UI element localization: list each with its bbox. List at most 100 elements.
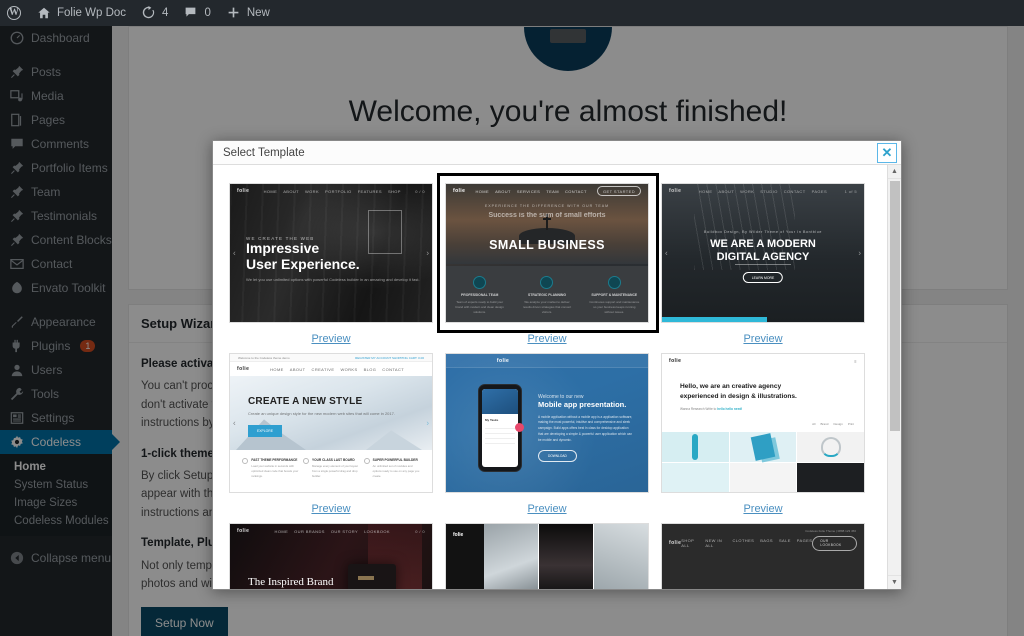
mini-nav: folie HOME ABOUT SERVICES TEAM CONTACT GET STA… [446, 184, 648, 198]
portfolio-item [729, 432, 797, 462]
hero-title: The Inspired Brand [248, 576, 334, 588]
new-content-menu[interactable]: New [219, 0, 278, 26]
prev-arrow-icon: ‹ [233, 418, 236, 428]
filter-item: Brand [820, 422, 829, 426]
feature-icon [363, 458, 370, 464]
feature-text: Load your website in seconds with optimi… [251, 464, 299, 478]
template-thumbnail-wrapper: folie HOME ABOUT WORK STUDIO CONTACT PAGES 1 of… [661, 183, 865, 323]
decor-phone: My Tasks [478, 384, 524, 472]
site-name-menu[interactable]: Folie Wp Doc [29, 0, 134, 26]
portfolio-item [797, 462, 864, 492]
feature-icon [607, 276, 621, 289]
feature-item: YOUR CLASS LAST BOARD Manage every elemen… [302, 458, 359, 478]
template-thumbnail[interactable]: folieHOMEABOUTWORKSSTORIESCONTACT❙❙ [445, 523, 649, 589]
mini-nav-right: 0 / 0 [415, 188, 425, 194]
template-card-creative-agency[interactable]: folie ≡ Hello, we are an creative agency e… [661, 353, 877, 523]
comments-menu[interactable]: 0 [176, 0, 218, 26]
decor-progress-bar [662, 317, 768, 322]
mini-nav-link: CONTACT [382, 366, 405, 372]
prev-arrow-icon: ‹ [233, 248, 236, 258]
template-thumbnail-wrapper: folie HOME ABOUT SERVICES TEAM CONTACT GET STA… [437, 173, 659, 333]
modal-title: Select Template [223, 146, 305, 159]
template-thumbnail[interactable]: Codeless Folie Theme | 0888 123 456 folie… [661, 523, 865, 589]
hero-link: hello hello need! [717, 407, 743, 412]
template-card-create-a-new-style[interactable]: Welcome to the Codeless theme demo REGIST… [229, 353, 445, 523]
photo-item [484, 524, 538, 589]
screen: W Folie Wp Doc 4 0 New Dashboard Posts M… [0, 0, 1024, 636]
feature-item: SUPER POWERFUL BUILDER An unlimited set o… [363, 458, 420, 478]
photo-item [594, 524, 648, 589]
feature-title: SUPPORT & MAINTENANCE [591, 293, 638, 297]
update-icon [142, 5, 157, 21]
feature-item: SUPPORT & MAINTENANCE Continuous support … [588, 276, 640, 314]
feature-title: SUPER POWERFUL BUILDER [372, 458, 418, 462]
hero-kicker: Welcome to our new [538, 394, 584, 400]
mini-nav: folie HOME OUR BRANDS OUR STORY LOOKBOOK 0 / … [230, 524, 432, 538]
feature-text: Continuous support and maintenance so yo… [589, 300, 640, 314]
feature-title: FAST THEME PERFORMANCE [251, 458, 298, 462]
mini-topbar: Codeless Folie Theme | 0888 123 456 [805, 529, 856, 533]
mini-nav-link: BAGS [760, 538, 773, 543]
new-label: New [246, 7, 270, 19]
feature-text: Team of experts ready to build your bran… [455, 300, 504, 314]
template-card-dark-minimal[interactable]: Codeless Folie Theme | 0888 123 456 folie… [661, 523, 877, 589]
preview-link[interactable]: Preview [661, 333, 865, 345]
site-name-label: Folie Wp Doc [57, 7, 127, 19]
photo-item [539, 524, 593, 589]
template-thumbnail[interactable]: folie ≡ Hello, we are an creative agency e… [661, 353, 865, 493]
template-thumbnail[interactable]: Welcome to the Codeless theme demo REGIST… [229, 353, 433, 493]
portfolio-item [662, 462, 729, 492]
template-thumbnail[interactable]: folie HOME OUR BRANDS OUR STORY LOOKBOOK 0 / … [229, 523, 433, 589]
feature-icon [302, 458, 309, 464]
template-card-impressive-user-experience[interactable]: folie HOME ABOUT WORK PORTFOLIO FEATURES SHOP 0… [229, 183, 445, 353]
hero-title: SMALL BUSINESS [489, 238, 605, 252]
preview-link[interactable]: Preview [661, 503, 865, 515]
scrollbar-thumb[interactable] [890, 181, 900, 431]
mini-nav-link: ABOUT [718, 188, 735, 194]
mini-logo: folie [496, 357, 510, 364]
modal-body: folie HOME ABOUT WORK PORTFOLIO FEATURES SHOP 0… [213, 165, 901, 589]
hero-title: Hello, we are an creative agency experie… [680, 383, 797, 400]
mini-nav-links: HOME OUR BRANDS OUR STORY LOOKBOOK [275, 529, 390, 534]
template-card-small-business[interactable]: folie HOME ABOUT SERVICES TEAM CONTACT GET STA… [437, 173, 661, 353]
template-thumbnail[interactable]: folie My Tasks Welcome to our new Mobile ap… [445, 353, 649, 493]
template-thumbnail-wrapper: folie HOME OUR BRANDS OUR STORY LOOKBOOK 0 / … [229, 523, 433, 589]
mini-nav-link: SHOP [387, 188, 401, 194]
comments-count: 0 [204, 7, 211, 19]
mini-nav-links: HOME ABOUT WORK PORTFOLIO FEATURES SHOP [264, 189, 401, 194]
scroll-down-arrow-icon[interactable]: ▼ [888, 575, 901, 589]
mini-nav-link: STUDIO [760, 188, 778, 194]
wp-logo-menu[interactable]: W [0, 0, 29, 26]
template-thumbnail-wrapper: folie HOME ABOUT WORK PORTFOLIO FEATURES SHOP 0… [229, 183, 433, 323]
mini-nav-link: OUR BRANDS [294, 528, 325, 534]
topbar-right: REGISTER MY ACCOUNT SHOPPING CART: 0.00 [355, 355, 424, 360]
side-rail: folieHOMEABOUTWORKSSTORIESCONTACT [446, 524, 484, 589]
next-arrow-icon: › [858, 589, 861, 590]
template-thumbnail[interactable]: folie HOME ABOUT WORK PORTFOLIO FEATURES SHOP 0… [229, 183, 433, 323]
mini-logo: folie [669, 188, 682, 194]
updates-menu[interactable]: 4 [134, 0, 176, 26]
template-thumbnail[interactable]: folie HOME ABOUT WORK STUDIO CONTACT PAGES 1 of… [661, 183, 865, 323]
preview-link[interactable]: Preview [229, 503, 433, 515]
template-card-mobile-app-presentation[interactable]: folie My Tasks Welcome to our new Mobile ap… [445, 353, 661, 523]
scroll-up-arrow-icon[interactable]: ▲ [888, 165, 901, 179]
mini-logo: folie [237, 528, 250, 534]
template-card-the-inspired-brand[interactable]: folie HOME OUR BRANDS OUR STORY LOOKBOOK 0 / … [229, 523, 445, 589]
preview-link[interactable]: Preview [445, 503, 649, 515]
preview-link[interactable]: Preview [445, 333, 649, 345]
template-card-modern-digital-agency[interactable]: folie HOME ABOUT WORK STUDIO CONTACT PAGES 1 of… [661, 183, 877, 353]
template-card-photography-grid[interactable]: folieHOMEABOUTWORKSSTORIESCONTACT❙❙Previ… [445, 523, 661, 589]
hero-button: EXPLORE [248, 425, 283, 438]
mini-nav-link: SERVICES [516, 188, 541, 194]
mini-nav-button: GET STARTED [597, 186, 641, 196]
modal-scrollbar[interactable]: ▲ ▼ [887, 165, 901, 589]
updates-count: 4 [162, 7, 169, 19]
mini-nav-links: HOME ABOUT WORK STUDIO CONTACT PAGES [699, 189, 827, 194]
close-icon[interactable]: ✕ [877, 142, 897, 163]
template-thumbnail[interactable]: folie HOME ABOUT SERVICES TEAM CONTACT GET STA… [445, 183, 649, 323]
mini-logo: folie [669, 358, 682, 364]
preview-link[interactable]: Preview [229, 333, 433, 345]
modal-header: Select Template ✕ [213, 141, 901, 165]
modal-backdrop-sidebar [0, 26, 112, 636]
mini-nav-link: PAGES [811, 188, 828, 194]
